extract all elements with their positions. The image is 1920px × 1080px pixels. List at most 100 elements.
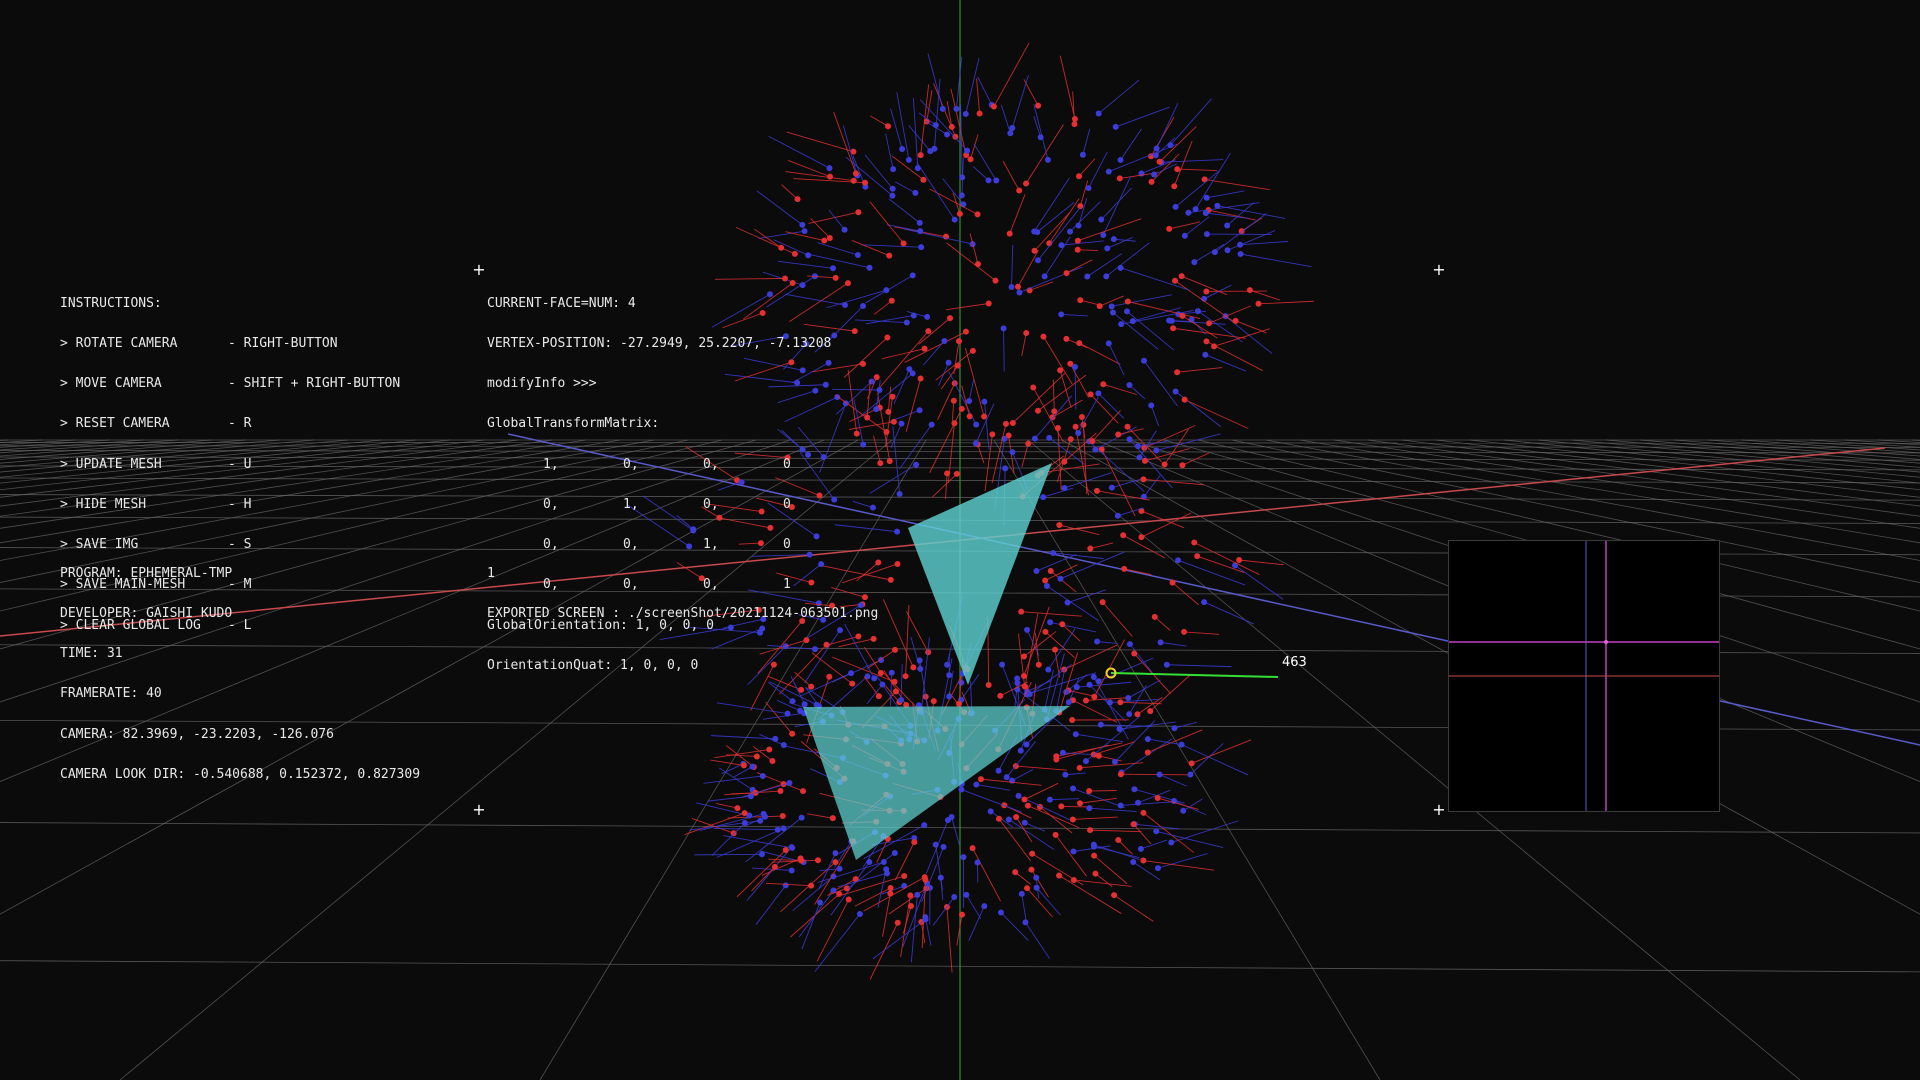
mesh-vertex <box>805 252 812 259</box>
mesh-vertex <box>956 210 963 217</box>
instruction-action: > UPDATE MESH <box>60 456 162 472</box>
mesh-vertex <box>1120 532 1127 539</box>
vertex-normal <box>1147 729 1203 753</box>
vertex-normal <box>1055 834 1087 877</box>
vertex-normal <box>977 444 985 464</box>
mesh-vertex <box>780 742 787 749</box>
mesh-vertex <box>985 300 992 307</box>
vertex-normal <box>946 303 989 311</box>
vertex-normal <box>710 759 744 766</box>
mesh-vertex <box>1108 303 1115 310</box>
vertex-normal <box>951 816 960 846</box>
mesh-vertex <box>1156 771 1163 778</box>
instruction-row: > ROTATE CAMERA - RIGHT-BUTTON <box>60 336 400 352</box>
mesh-vertex <box>1077 203 1084 210</box>
vertex-normal <box>1033 177 1070 232</box>
mesh-vertex <box>889 185 896 192</box>
mesh-vertex <box>1095 678 1102 685</box>
mesh-vertex <box>995 767 1002 774</box>
mesh-vertex <box>873 406 880 413</box>
mesh-vertex <box>985 682 992 689</box>
mesh-vertex <box>1092 446 1099 453</box>
mesh-vertex <box>1185 209 1192 216</box>
mesh-vertex <box>1203 194 1210 201</box>
mesh-vertex <box>816 899 823 906</box>
mesh-vertex <box>894 528 901 535</box>
mesh-vertex <box>974 211 981 218</box>
matrix-cell: 0, <box>623 456 639 472</box>
grid-line <box>1707 439 1920 457</box>
vertex-normal <box>1088 151 1108 189</box>
mesh-vertex <box>877 670 884 677</box>
mesh-vertex <box>1171 183 1178 190</box>
vertex-normal <box>886 224 921 232</box>
vertex-normal <box>945 473 948 500</box>
mesh-vertex <box>1129 318 1136 325</box>
mesh-vertex <box>1166 317 1173 324</box>
mesh-vertex <box>997 909 1004 916</box>
mesh-vertex <box>974 261 981 268</box>
mesh-vertex <box>900 240 907 247</box>
vertex-normal <box>1011 244 1014 288</box>
mesh-vertex <box>1124 298 1131 305</box>
mesh-vertex <box>941 337 948 344</box>
mesh-vertex <box>794 196 801 203</box>
mesh-vertex <box>958 786 965 793</box>
mesh-vertex <box>1192 206 1199 213</box>
mesh-vertex <box>1144 749 1151 756</box>
mesh-vertex <box>887 885 894 892</box>
mesh-vertex <box>1106 699 1113 706</box>
mesh-vertex <box>779 813 786 820</box>
mesh-vertex <box>856 910 863 917</box>
mesh-vertex <box>1021 819 1028 826</box>
mesh-vertex <box>981 413 988 420</box>
grid-line <box>0 439 43 443</box>
mesh-vertex <box>814 857 821 864</box>
mesh-vertex <box>914 165 921 172</box>
vertex-normal <box>960 104 963 178</box>
mesh-vertex <box>1108 484 1115 491</box>
vertex-normal <box>1141 512 1192 538</box>
mesh-vertex <box>884 870 891 877</box>
mesh-vertex <box>884 334 891 341</box>
mesh-vertex <box>1157 639 1164 646</box>
mesh-vertex <box>1116 175 1123 182</box>
vertex-normal <box>973 143 997 181</box>
mesh-vertex <box>753 753 760 760</box>
mesh-vertex <box>952 133 959 140</box>
mesh-vertex <box>1078 414 1085 421</box>
mesh-vertex <box>1031 247 1038 254</box>
mesh-vertex <box>1018 890 1025 897</box>
mesh-vertex <box>1009 419 1016 426</box>
grid-line <box>993 439 1381 1080</box>
instruction-action: > HIDE MESH <box>60 496 147 512</box>
mesh-vertex <box>1171 725 1178 732</box>
vertex-normal <box>1120 128 1142 161</box>
vertex-count-label: 463 <box>1282 655 1307 670</box>
mesh-vertex <box>864 414 871 421</box>
vertex-normal <box>1059 55 1076 120</box>
mesh-vertex <box>1153 447 1160 454</box>
mesh-vertex <box>789 730 796 737</box>
mesh-vertex <box>888 297 895 304</box>
mesh-vertex <box>917 152 924 159</box>
mesh-vertex <box>921 345 928 352</box>
vertex-normal <box>1002 160 1020 191</box>
mesh-vertex <box>1007 130 1014 137</box>
vertex-normal <box>1177 168 1217 171</box>
mesh-vertex <box>967 156 974 163</box>
instruction-action: > ROTATE CAMERA <box>60 336 178 352</box>
vertex-normal <box>1115 106 1170 128</box>
mesh-vertex <box>1008 284 1015 291</box>
vertex-normal <box>809 254 870 269</box>
mesh-vertex <box>1063 335 1070 342</box>
vertex-normal <box>1037 374 1087 412</box>
mesh-vertex <box>798 814 805 821</box>
vertex-normal <box>837 872 888 888</box>
vertex-normal <box>1077 249 1098 251</box>
mesh-vertex <box>1178 741 1185 748</box>
vertex-normal <box>972 847 1001 902</box>
mesh-vertex <box>1201 599 1208 606</box>
mesh-vertex <box>969 845 976 852</box>
minimap-panel[interactable] <box>1448 540 1720 812</box>
